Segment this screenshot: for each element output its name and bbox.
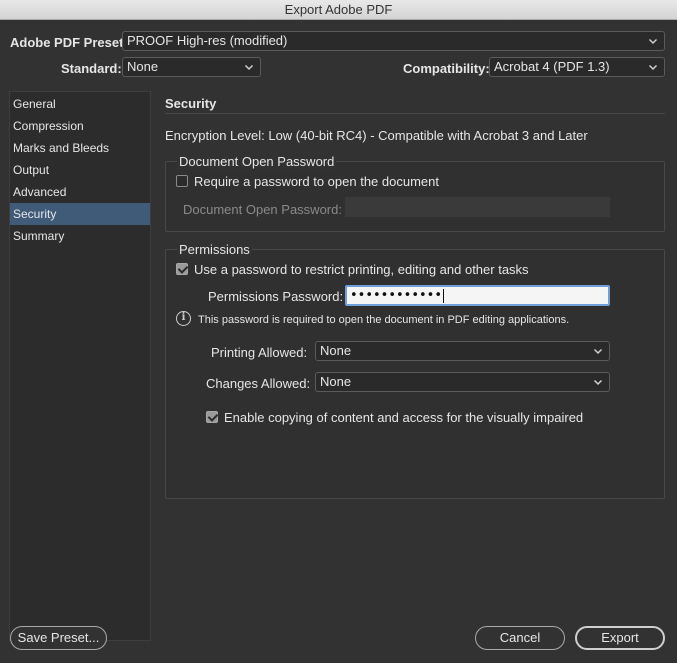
divider xyxy=(165,113,665,114)
printing-allowed-select[interactable]: None xyxy=(315,341,610,361)
document-open-password-group-title: Document Open Password xyxy=(177,154,337,169)
export-button[interactable]: Export xyxy=(575,626,665,650)
export-pdf-dialog: Adobe PDF Preset: PROOF High-res (modifi… xyxy=(0,20,677,663)
save-preset-button[interactable]: Save Preset... xyxy=(10,626,107,650)
enable-copying-label: Enable copying of content and access for… xyxy=(224,410,584,425)
chevron-down-icon xyxy=(648,62,658,72)
compatibility-value: Acrobat 4 (PDF 1.3) xyxy=(494,59,610,74)
chevron-down-icon xyxy=(593,377,603,387)
use-permissions-password-checkbox[interactable] xyxy=(176,263,188,275)
printing-allowed-value: None xyxy=(320,343,352,358)
standard-select[interactable]: None xyxy=(122,57,261,77)
encryption-level-text: Encryption Level: Low (40-bit RC4) - Com… xyxy=(165,128,588,143)
permissions-password-value: •••••••••••• xyxy=(350,288,443,303)
section-title: Security xyxy=(165,96,217,111)
info-icon: i xyxy=(176,311,191,326)
sidebar-item-output[interactable]: Output xyxy=(10,159,150,181)
preset-label: Adobe PDF Preset: xyxy=(10,35,128,50)
window-title: Export Adobe PDF xyxy=(0,0,677,20)
require-password-checkbox[interactable] xyxy=(176,175,188,187)
sidebar-item-security[interactable]: Security xyxy=(10,203,150,225)
require-password-label: Require a password to open the document xyxy=(194,174,439,189)
sidebar-item-advanced[interactable]: Advanced xyxy=(10,181,150,203)
text-caret xyxy=(443,288,445,303)
chevron-down-icon xyxy=(244,62,254,72)
use-permissions-password-label: Use a password to restrict printing, edi… xyxy=(194,262,529,277)
chevron-down-icon xyxy=(648,36,658,46)
preset-value: PROOF High-res (modified) xyxy=(127,33,288,48)
permissions-group-title: Permissions xyxy=(177,242,252,257)
changes-allowed-select[interactable]: None xyxy=(315,372,610,392)
printing-allowed-label: Printing Allowed: xyxy=(211,345,308,360)
compatibility-label: Compatibility: xyxy=(403,61,490,76)
document-open-password-label: Document Open Password: xyxy=(183,202,342,217)
document-open-password-input[interactable] xyxy=(345,197,610,217)
sidebar-item-summary[interactable]: Summary xyxy=(10,225,150,247)
sidebar: General Compression Marks and Bleeds Out… xyxy=(9,91,151,641)
chevron-down-icon xyxy=(593,346,603,356)
sidebar-item-marks-and-bleeds[interactable]: Marks and Bleeds xyxy=(10,137,150,159)
permissions-password-label: Permissions Password: xyxy=(208,289,344,304)
compatibility-select[interactable]: Acrobat 4 (PDF 1.3) xyxy=(489,57,665,77)
sidebar-item-compression[interactable]: Compression xyxy=(10,115,150,137)
enable-copying-checkbox[interactable] xyxy=(206,411,218,423)
changes-allowed-label: Changes Allowed: xyxy=(206,376,311,391)
sidebar-item-general[interactable]: General xyxy=(10,93,150,115)
standard-value: None xyxy=(127,59,159,74)
preset-select[interactable]: PROOF High-res (modified) xyxy=(122,31,665,51)
permissions-password-input[interactable]: •••••••••••• xyxy=(345,285,610,306)
standard-label: Standard: xyxy=(61,61,122,76)
cancel-button[interactable]: Cancel xyxy=(475,626,565,650)
changes-allowed-value: None xyxy=(320,374,352,389)
info-text: This password is required to open the do… xyxy=(198,314,570,326)
